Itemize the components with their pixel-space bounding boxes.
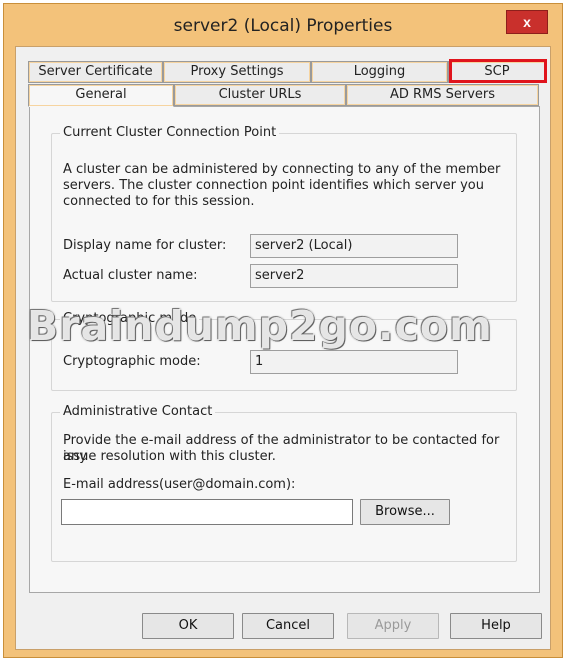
cancel-button[interactable]: Cancel bbox=[242, 613, 334, 639]
close-button[interactable]: x bbox=[506, 10, 548, 34]
tab-server-certificate[interactable]: Server Certificate bbox=[28, 61, 163, 83]
title-bar[interactable]: server2 (Local) Properties x bbox=[4, 4, 562, 46]
administrative-contact-legend: Administrative Contact bbox=[60, 404, 216, 419]
admin-description-line-2: issue resolution with this cluster. bbox=[63, 449, 276, 464]
ok-button[interactable]: OK bbox=[142, 613, 234, 639]
cluster-connection-point-legend: Current Cluster Connection Point bbox=[60, 125, 280, 140]
scp-description-line-3: connected to for this session. bbox=[63, 194, 255, 209]
cluster-connection-point-group: Current Cluster Connection Point A clust… bbox=[51, 125, 517, 302]
display-name-field: server2 (Local) bbox=[250, 234, 458, 258]
display-name-label: Display name for cluster: bbox=[63, 238, 227, 253]
cryptographic-mode-label: Cryptographic mode: bbox=[63, 354, 201, 369]
window-title: server2 (Local) Properties bbox=[173, 16, 393, 36]
administrative-contact-group: Administrative Contact Provide the e-mai… bbox=[51, 404, 517, 562]
scp-description-line-2: servers. The cluster connection point id… bbox=[63, 178, 484, 193]
actual-cluster-name-field: server2 bbox=[250, 264, 458, 288]
scp-highlight-box bbox=[449, 59, 547, 83]
email-address-label: E-mail address(user@domain.com): bbox=[63, 477, 296, 492]
help-button[interactable]: Help bbox=[450, 613, 542, 639]
watermark-text: Braindump2go.com bbox=[27, 302, 493, 350]
tab-proxy-settings[interactable]: Proxy Settings bbox=[163, 61, 311, 83]
apply-button[interactable]: Apply bbox=[347, 613, 439, 639]
actual-cluster-name-label: Actual cluster name: bbox=[63, 268, 198, 283]
tab-ad-rms-servers[interactable]: AD RMS Servers bbox=[346, 84, 539, 106]
browse-button[interactable]: Browse... bbox=[360, 499, 450, 525]
email-address-input[interactable] bbox=[61, 499, 353, 525]
cryptographic-mode-field: 1 bbox=[250, 350, 458, 374]
scp-description-line-1: A cluster can be administered by connect… bbox=[63, 162, 501, 177]
tab-cluster-urls[interactable]: Cluster URLs bbox=[174, 84, 346, 106]
tab-logging[interactable]: Logging bbox=[311, 61, 448, 83]
tab-general[interactable]: General bbox=[28, 84, 174, 107]
